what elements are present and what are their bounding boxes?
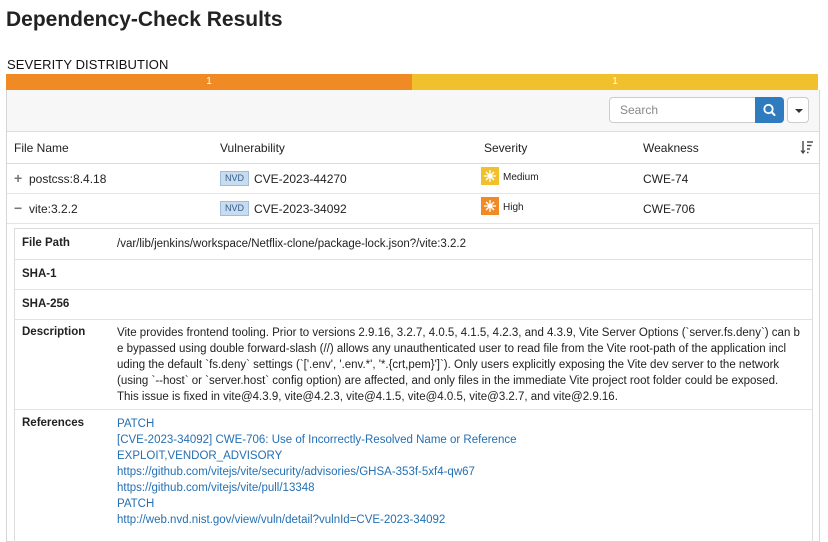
- table-toolbar: [7, 90, 819, 132]
- nvd-badge: NVD: [220, 171, 249, 186]
- reference-link[interactable]: http://web.nvd.nist.gov/view/vuln/detail…: [117, 512, 516, 528]
- severity-label: High: [503, 202, 524, 213]
- references-list: PATCH [CVE-2023-34092] CWE-706: Use of I…: [117, 416, 516, 528]
- severity-segment-high[interactable]: 1: [6, 74, 412, 90]
- column-vulnerability[interactable]: Vulnerability: [220, 141, 285, 155]
- detail-row-description: Description Vite provides frontend tooli…: [15, 320, 812, 410]
- expand-icon[interactable]: +: [14, 171, 22, 185]
- table-row[interactable]: − vite:3.2.2 NVD CVE-2023-34092 High CWE…: [7, 194, 819, 224]
- search-icon: [763, 103, 776, 116]
- file-path-value: /var/lib/jenkins/workspace/Netflix-clone…: [117, 238, 466, 250]
- detail-row-references: References PATCH [CVE-2023-34092] CWE-70…: [15, 410, 812, 542]
- cve-cell[interactable]: CVE-2023-34092: [254, 202, 347, 216]
- description-line: uding the default `fs.deny` settings (`[…: [117, 359, 780, 371]
- severity-distribution-bar: 1 1: [6, 74, 818, 90]
- caret-down-icon: [795, 109, 803, 113]
- table-row[interactable]: + postcss:8.4.18 NVD CVE-2023-44270 Medi…: [7, 164, 819, 194]
- column-severity[interactable]: Severity: [484, 141, 527, 155]
- search-button[interactable]: [755, 97, 784, 123]
- description-label: Description: [22, 326, 86, 338]
- reference-link[interactable]: EXPLOIT,VENDOR_ADVISORY: [117, 448, 516, 464]
- weakness-cell: CWE-706: [643, 202, 696, 216]
- reference-link[interactable]: PATCH: [117, 496, 516, 512]
- reference-link[interactable]: [CVE-2023-34092] CWE-706: Use of Incorre…: [117, 432, 516, 448]
- column-weakness[interactable]: Weakness: [643, 141, 699, 155]
- table-header: File Name Vulnerability Severity Weaknes…: [7, 132, 819, 164]
- references-label: References: [22, 417, 85, 429]
- results-panel: File Name Vulnerability Severity Weaknes…: [6, 90, 820, 542]
- file-name-cell: postcss:8.4.18: [29, 172, 107, 186]
- file-path-label: File Path: [22, 237, 70, 249]
- detail-row-sha1: SHA-1: [15, 260, 812, 290]
- collapse-icon[interactable]: −: [14, 201, 22, 215]
- vulnerability-detail: File Path /var/lib/jenkins/workspace/Net…: [14, 228, 813, 542]
- sort-icon[interactable]: [800, 140, 814, 154]
- description-value: Vite provides frontend tooling. Prior to…: [117, 325, 800, 405]
- cve-cell[interactable]: CVE-2023-44270: [254, 172, 347, 186]
- columns-dropdown-button[interactable]: [787, 97, 809, 123]
- severity-label: Medium: [503, 172, 539, 183]
- sha1-label: SHA-1: [22, 268, 57, 280]
- detail-row-sha256: SHA-256: [15, 290, 812, 320]
- severity-distribution-heading: SEVERITY DISTRIBUTION: [7, 57, 169, 72]
- search-input[interactable]: [609, 97, 755, 123]
- severity-high-icon: [481, 197, 499, 215]
- reference-link[interactable]: PATCH: [117, 416, 516, 432]
- description-line: e bypassed using double forward-slash (/…: [117, 343, 787, 355]
- severity-medium-icon: [481, 167, 499, 185]
- detail-row-file-path: File Path /var/lib/jenkins/workspace/Net…: [15, 229, 812, 260]
- file-name-cell: vite:3.2.2: [29, 202, 78, 216]
- description-line: (using `--host` or `server.host` config …: [117, 375, 779, 387]
- nvd-badge: NVD: [220, 201, 249, 216]
- sha256-label: SHA-256: [22, 298, 70, 310]
- column-file-name[interactable]: File Name: [14, 141, 69, 155]
- description-line: Vite provides frontend tooling. Prior to…: [117, 327, 800, 339]
- page-title: Dependency-Check Results: [6, 8, 283, 31]
- weakness-cell: CWE-74: [643, 172, 689, 186]
- reference-link[interactable]: https://github.com/vitejs/vite/pull/1334…: [117, 480, 516, 496]
- description-line: This issue is fixed in vite@4.3.9, vite@…: [117, 391, 618, 403]
- severity-segment-medium[interactable]: 1: [412, 74, 818, 90]
- reference-link[interactable]: https://github.com/vitejs/vite/security/…: [117, 464, 516, 480]
